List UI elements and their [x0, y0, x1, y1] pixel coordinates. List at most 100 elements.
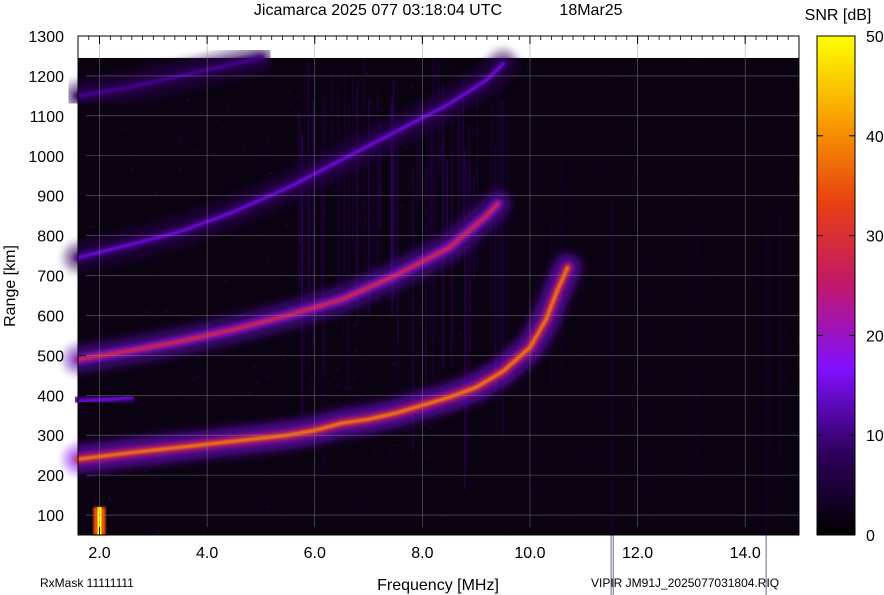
noise-speck [554, 493, 558, 496]
noise-speck [552, 148, 556, 151]
noise-speck [117, 264, 121, 267]
noise-speck [720, 373, 724, 376]
noise-speck [272, 141, 276, 144]
colorbar-gradient [816, 35, 856, 536]
noise-speck [736, 402, 740, 405]
noise-speck [145, 530, 149, 533]
noise-speck [419, 467, 423, 470]
x-axis-label: Frequency [MHz] [377, 577, 499, 594]
noise-speck [757, 485, 761, 488]
noise-speck [360, 358, 364, 360]
noise-speck [686, 482, 690, 485]
noise-speck [684, 344, 688, 346]
noise-speck [754, 165, 758, 168]
noise-speck [408, 163, 412, 166]
noise-speck [744, 429, 748, 432]
noise-speck [86, 228, 89, 231]
noise-speck [138, 124, 142, 127]
noise-speck [766, 148, 770, 151]
noise-speck [788, 329, 792, 332]
noise-speck [683, 192, 687, 195]
noise-speck [218, 83, 222, 86]
noise-speck [178, 180, 182, 183]
noise-speck [791, 528, 795, 531]
noise-speck [706, 72, 710, 75]
noise-speck [417, 500, 421, 503]
noise-speck [257, 149, 261, 152]
noise-speck [338, 459, 342, 462]
noise-speck [84, 169, 87, 172]
noise-speck [471, 132, 475, 135]
noise-speck [280, 417, 283, 420]
noise-speck [682, 462, 686, 465]
noise-speck [626, 100, 630, 103]
colorbar-tick-label: 50 [866, 29, 884, 46]
noise-speck [293, 109, 297, 112]
noise-speck [318, 468, 321, 471]
noise-speck [113, 71, 116, 73]
noise-speck [575, 110, 579, 113]
noise-speck [429, 437, 433, 439]
noise-speck [751, 442, 755, 445]
noise-speck [164, 292, 168, 295]
noise-speck [696, 162, 700, 165]
noise-speck [537, 245, 541, 248]
noise-speck [352, 376, 356, 379]
noise-speck [760, 303, 763, 306]
noise-speck [113, 382, 117, 385]
noise-speck [518, 271, 522, 273]
noise-speck [227, 110, 230, 113]
noise-speck [694, 433, 698, 435]
noise-speck [691, 109, 695, 112]
noise-speck [707, 305, 711, 308]
noise-speck [447, 522, 451, 524]
noise-speck [134, 263, 138, 266]
noise-speck [244, 149, 248, 152]
noise-speck [193, 133, 197, 136]
noise-speck [686, 164, 690, 167]
noise-speck [103, 110, 107, 113]
noise-speck [113, 122, 117, 125]
noise-speck [663, 532, 667, 535]
noise-speck [773, 387, 777, 390]
interference-streak [442, 85, 444, 367]
noise-speck [786, 377, 790, 380]
noise-speck [794, 212, 798, 215]
noise-speck [693, 198, 697, 200]
noise-speck [690, 489, 694, 491]
noise-speck [770, 523, 774, 526]
noise-speck [747, 176, 751, 179]
noise-speck [443, 178, 447, 181]
noise-speck [660, 424, 664, 427]
noise-speck [514, 422, 518, 425]
noise-speck [178, 140, 181, 143]
noise-speck [229, 528, 233, 531]
noise-speck [311, 385, 314, 388]
noise-speck [667, 332, 671, 335]
noise-speck [402, 244, 406, 246]
noise-speck [168, 210, 172, 213]
noise-speck [712, 413, 716, 415]
noise-speck [501, 466, 505, 469]
noise-speck [357, 400, 361, 403]
noise-speck [264, 167, 268, 170]
noise-speck [453, 426, 457, 429]
noise-speck [510, 529, 514, 532]
noise-speck [442, 371, 445, 374]
noise-speck [477, 464, 481, 467]
noise-speck [186, 99, 190, 102]
noise-speck [316, 222, 320, 225]
noise-speck [756, 265, 760, 268]
noise-speck [791, 177, 795, 179]
noise-speck [335, 401, 339, 404]
noise-speck [271, 375, 275, 378]
noise-speck [641, 236, 645, 239]
noise-speck [571, 114, 575, 117]
noise-speck [791, 359, 795, 362]
noise-speck [356, 435, 360, 438]
noise-speck [616, 414, 620, 417]
noise-speck [683, 397, 687, 400]
noise-speck [599, 448, 603, 451]
noise-speck [773, 286, 777, 289]
interference-streak [301, 138, 303, 306]
